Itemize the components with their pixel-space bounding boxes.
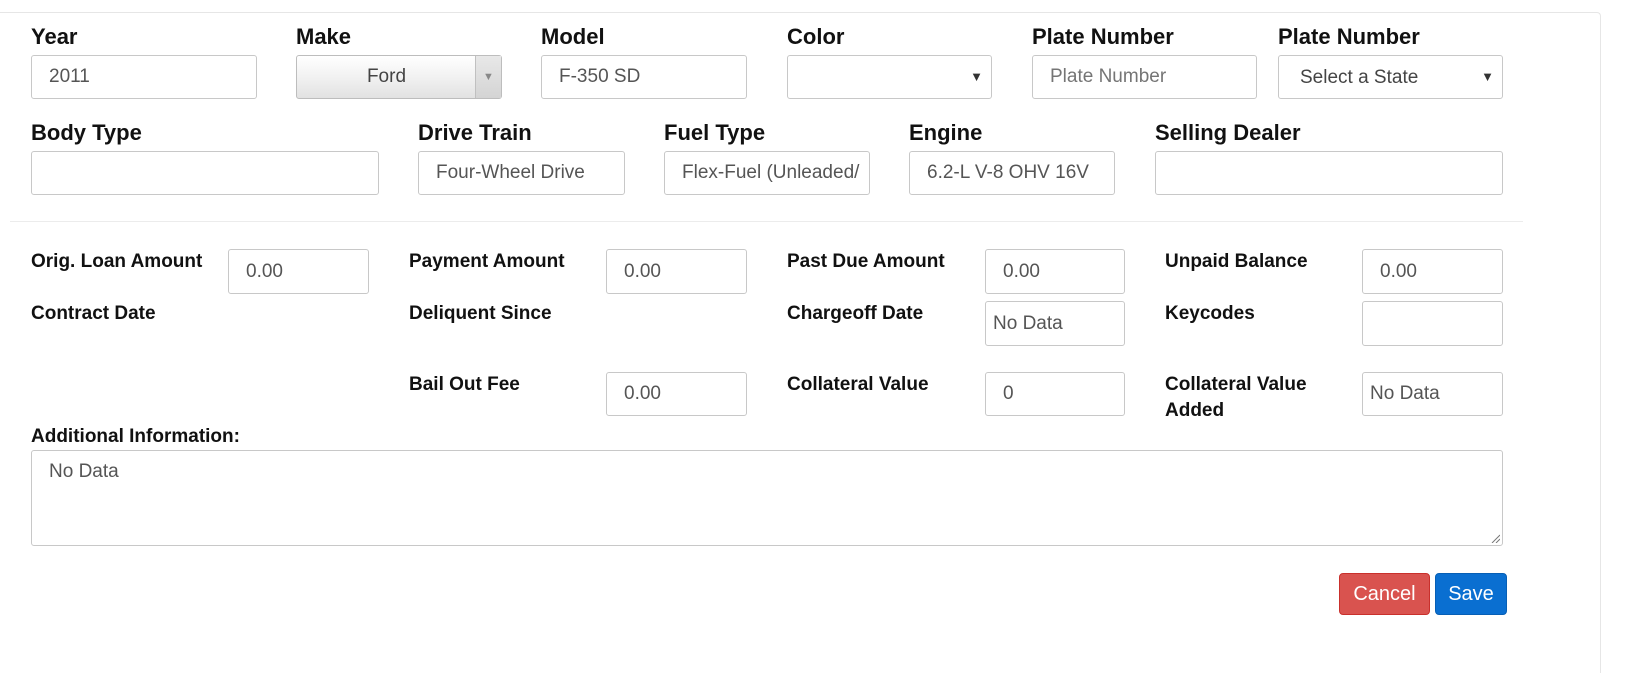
body-type-label: Body Type: [31, 120, 142, 145]
deliquent-since-label: Deliquent Since: [409, 303, 552, 324]
resize-grip-icon[interactable]: [1490, 533, 1500, 543]
fuel-type-input[interactable]: Flex-Fuel (Unleaded/: [664, 151, 870, 195]
past-due-amount-label: Past Due Amount: [787, 251, 945, 272]
bail-out-fee-label: Bail Out Fee: [409, 374, 520, 395]
collateral-value-added-label-line2: Added: [1165, 400, 1225, 421]
caret-down-icon: ▼: [970, 69, 983, 84]
payment-amount-label: Payment Amount: [409, 251, 565, 272]
color-label: Color: [787, 24, 845, 49]
orig-loan-amount-input[interactable]: 0.00: [228, 249, 369, 294]
bail-out-fee-input[interactable]: 0.00: [606, 372, 747, 416]
selling-dealer-label: Selling Dealer: [1155, 120, 1301, 145]
chargeoff-date-input[interactable]: No Data: [985, 301, 1125, 346]
collateral-value-label: Collateral Value: [787, 374, 929, 395]
collateral-value-input[interactable]: 0: [985, 372, 1125, 416]
plate-state-label: Plate Number: [1278, 24, 1420, 49]
orig-loan-amount-label: Orig. Loan Amount: [31, 251, 203, 272]
plate-number-label: Plate Number: [1032, 24, 1174, 49]
payment-amount-input[interactable]: 0.00: [606, 249, 747, 294]
drive-train-input[interactable]: Four-Wheel Drive: [418, 151, 625, 195]
caret-down-icon: ▼: [1481, 69, 1494, 84]
additional-information-value: No Data: [49, 461, 119, 482]
drive-train-label: Drive Train: [418, 120, 532, 145]
plate-state-select[interactable]: Select a State ▼: [1278, 55, 1503, 99]
make-dropdown-button[interactable]: ▼: [475, 56, 501, 98]
engine-label: Engine: [909, 120, 983, 145]
model-input[interactable]: F-350 SD: [541, 55, 747, 99]
section-divider: [10, 221, 1523, 222]
past-due-amount-input[interactable]: 0.00: [985, 249, 1125, 294]
make-select[interactable]: Ford ▼: [296, 55, 502, 99]
unpaid-balance-input[interactable]: 0.00: [1362, 249, 1503, 294]
chargeoff-date-label: Chargeoff Date: [787, 303, 924, 324]
engine-input[interactable]: 6.2-L V-8 OHV 16V: [909, 151, 1115, 195]
keycodes-label: Keycodes: [1165, 303, 1255, 324]
body-type-input[interactable]: [31, 151, 379, 195]
plate-number-input[interactable]: [1032, 55, 1257, 99]
caret-down-icon: ▼: [483, 71, 494, 83]
additional-information-textarea[interactable]: No Data: [31, 450, 1503, 546]
plate-state-value: Select a State: [1300, 67, 1419, 88]
collateral-value-added-label-line1: Collateral Value: [1165, 374, 1307, 395]
unpaid-balance-label: Unpaid Balance: [1165, 251, 1308, 272]
make-label: Make: [296, 24, 352, 49]
collateral-value-added-label: Collateral Value Added: [1165, 371, 1307, 424]
model-label: Model: [541, 24, 605, 49]
fuel-type-label: Fuel Type: [664, 120, 766, 145]
color-select[interactable]: ▼: [787, 55, 992, 99]
contract-date-label: Contract Date: [31, 303, 156, 324]
keycodes-input[interactable]: [1362, 301, 1503, 346]
collateral-value-added-input[interactable]: No Data: [1362, 372, 1503, 416]
additional-information-label: Additional Information:: [31, 426, 240, 447]
year-label: Year: [31, 24, 78, 49]
save-button[interactable]: Save: [1435, 573, 1507, 615]
make-value: Ford: [366, 66, 407, 87]
selling-dealer-input[interactable]: [1155, 151, 1503, 195]
cancel-button[interactable]: Cancel: [1339, 573, 1430, 615]
year-input[interactable]: 2011: [31, 55, 257, 99]
